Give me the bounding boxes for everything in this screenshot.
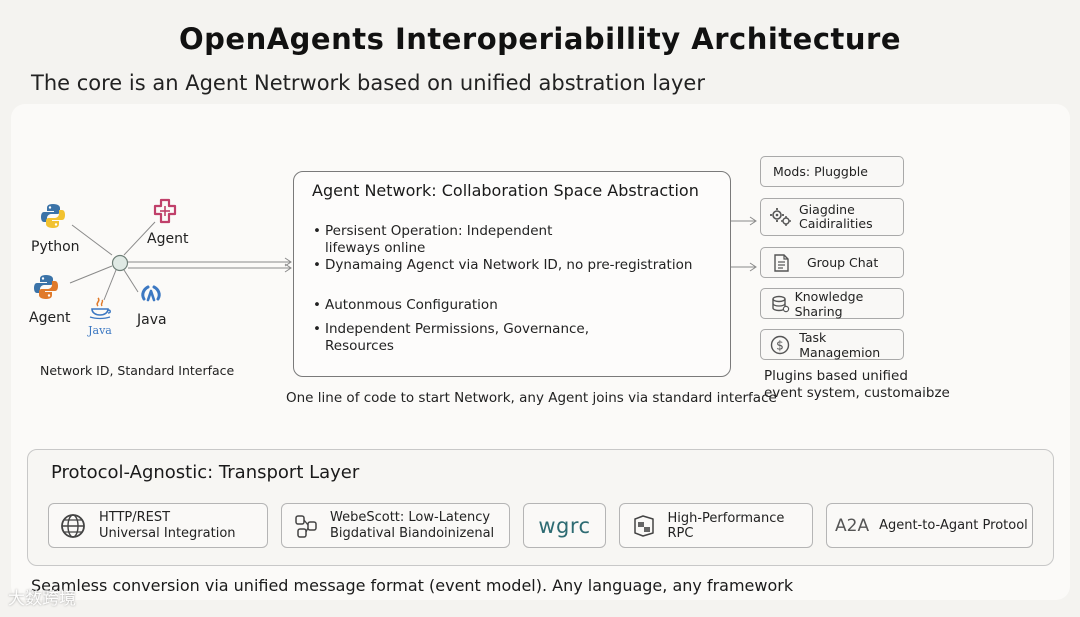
mod-item-group-chat: Group Chat <box>760 247 904 278</box>
footer-caption: Seamless conversion via unified message … <box>31 576 794 595</box>
java-runtime-icon <box>136 277 166 307</box>
protocol-websocket: WebeScott: Low-Latency Bigdatival Biando… <box>281 503 510 548</box>
mods-caption-line2: event system, customaibze <box>764 385 950 401</box>
agent-bottom-label: Agent <box>29 310 71 326</box>
globe-icon <box>57 510 89 542</box>
document-icon <box>769 252 793 274</box>
network-hub-node <box>111 254 129 272</box>
protocol-http-line1: HTTP/REST <box>99 509 171 525</box>
protocol-grpc: wgrc <box>523 503 606 548</box>
transport-layer-title: Protocol-Agnostic: Transport Layer <box>51 462 360 483</box>
python-logo-icon <box>38 201 68 231</box>
left-caption: Network ID, Standard Interface <box>40 363 235 378</box>
python-label: Python <box>31 239 80 255</box>
dollar-icon: $ <box>769 334 791 356</box>
mod-knowledge-sharing-label: Knowledge Sharing <box>794 288 864 319</box>
server-icon <box>628 510 659 542</box>
protocol-websocket-line2: Bigdatival Biandoinizenal <box>330 525 495 541</box>
watermark-text: 大数跨境 <box>8 589 76 609</box>
svg-text:$: $ <box>776 338 784 352</box>
grpc-logo: wgrc <box>538 513 591 538</box>
mods-caption-line1: Plugins based unified <box>764 368 908 384</box>
mod-item-gears: Giagdine Caidiralities <box>760 198 904 236</box>
nodes-icon <box>290 510 322 542</box>
agent-plugin-icon <box>150 196 180 226</box>
network-bullet-autonomous: • Autonmous Configuration <box>313 297 498 313</box>
mods-caption: Plugins based unified event system, cust… <box>764 368 950 402</box>
mod-gears-line2: Caidiralities <box>799 216 873 231</box>
python-agent-logo-icon <box>31 272 61 302</box>
protocol-http-line2: Universal Integration <box>99 525 236 541</box>
protocol-a2a-label: Agent-to-Agant Protool <box>879 518 1028 533</box>
network-bullet-permissions: • Independent Permissions, Governance, <box>313 321 590 337</box>
java-logo-text: Java <box>88 324 112 337</box>
mod-group-chat-label: Group Chat <box>807 255 879 270</box>
network-bullet-dynamic: • Dynamaing Agenct via Network ID, no pre… <box>313 257 693 273</box>
network-bullet-permissions-cont: Resources <box>325 338 394 354</box>
protocol-rpc-label: High-Performance RPC <box>667 510 785 541</box>
agent-network-title: Agent Network: Collaboration Space Abstr… <box>312 181 699 200</box>
mod-item-knowledge-sharing: Knowledge Sharing <box>760 288 904 319</box>
protocol-a2a: A2A Agent-to-Agant Protool <box>826 503 1033 548</box>
protocol-rpc: High-Performance RPC <box>619 503 813 548</box>
mod-task-management-label: Task Managemion <box>799 329 881 360</box>
protocol-http-rest: HTTP/REST Universal Integration <box>48 503 268 548</box>
connector-agent-bottom <box>69 265 113 284</box>
mod-gears-line1: Giagdine <box>799 202 855 217</box>
protocol-websocket-line1: WebeScott: Low-Latency <box>330 509 491 525</box>
network-bullet-persistent: • Persisent Operation: Independent <box>313 223 553 239</box>
database-icon <box>769 293 791 315</box>
java-logo-icon: Java <box>86 296 114 340</box>
a2a-logo: A2A <box>835 515 870 536</box>
mods-header-box: Mods: Pluggble <box>760 156 904 187</box>
network-bullet-persistent-cont: lifeways online <box>325 240 426 256</box>
gears-icon <box>769 206 793 228</box>
network-caption: One line of code to start Network, any A… <box>286 390 777 406</box>
java-label: Java <box>137 312 167 328</box>
mods-header-label: Mods: Pluggble <box>773 164 868 179</box>
mod-item-task-management: $ Task Managemion <box>760 329 904 360</box>
agent-top-label: Agent <box>147 231 189 247</box>
